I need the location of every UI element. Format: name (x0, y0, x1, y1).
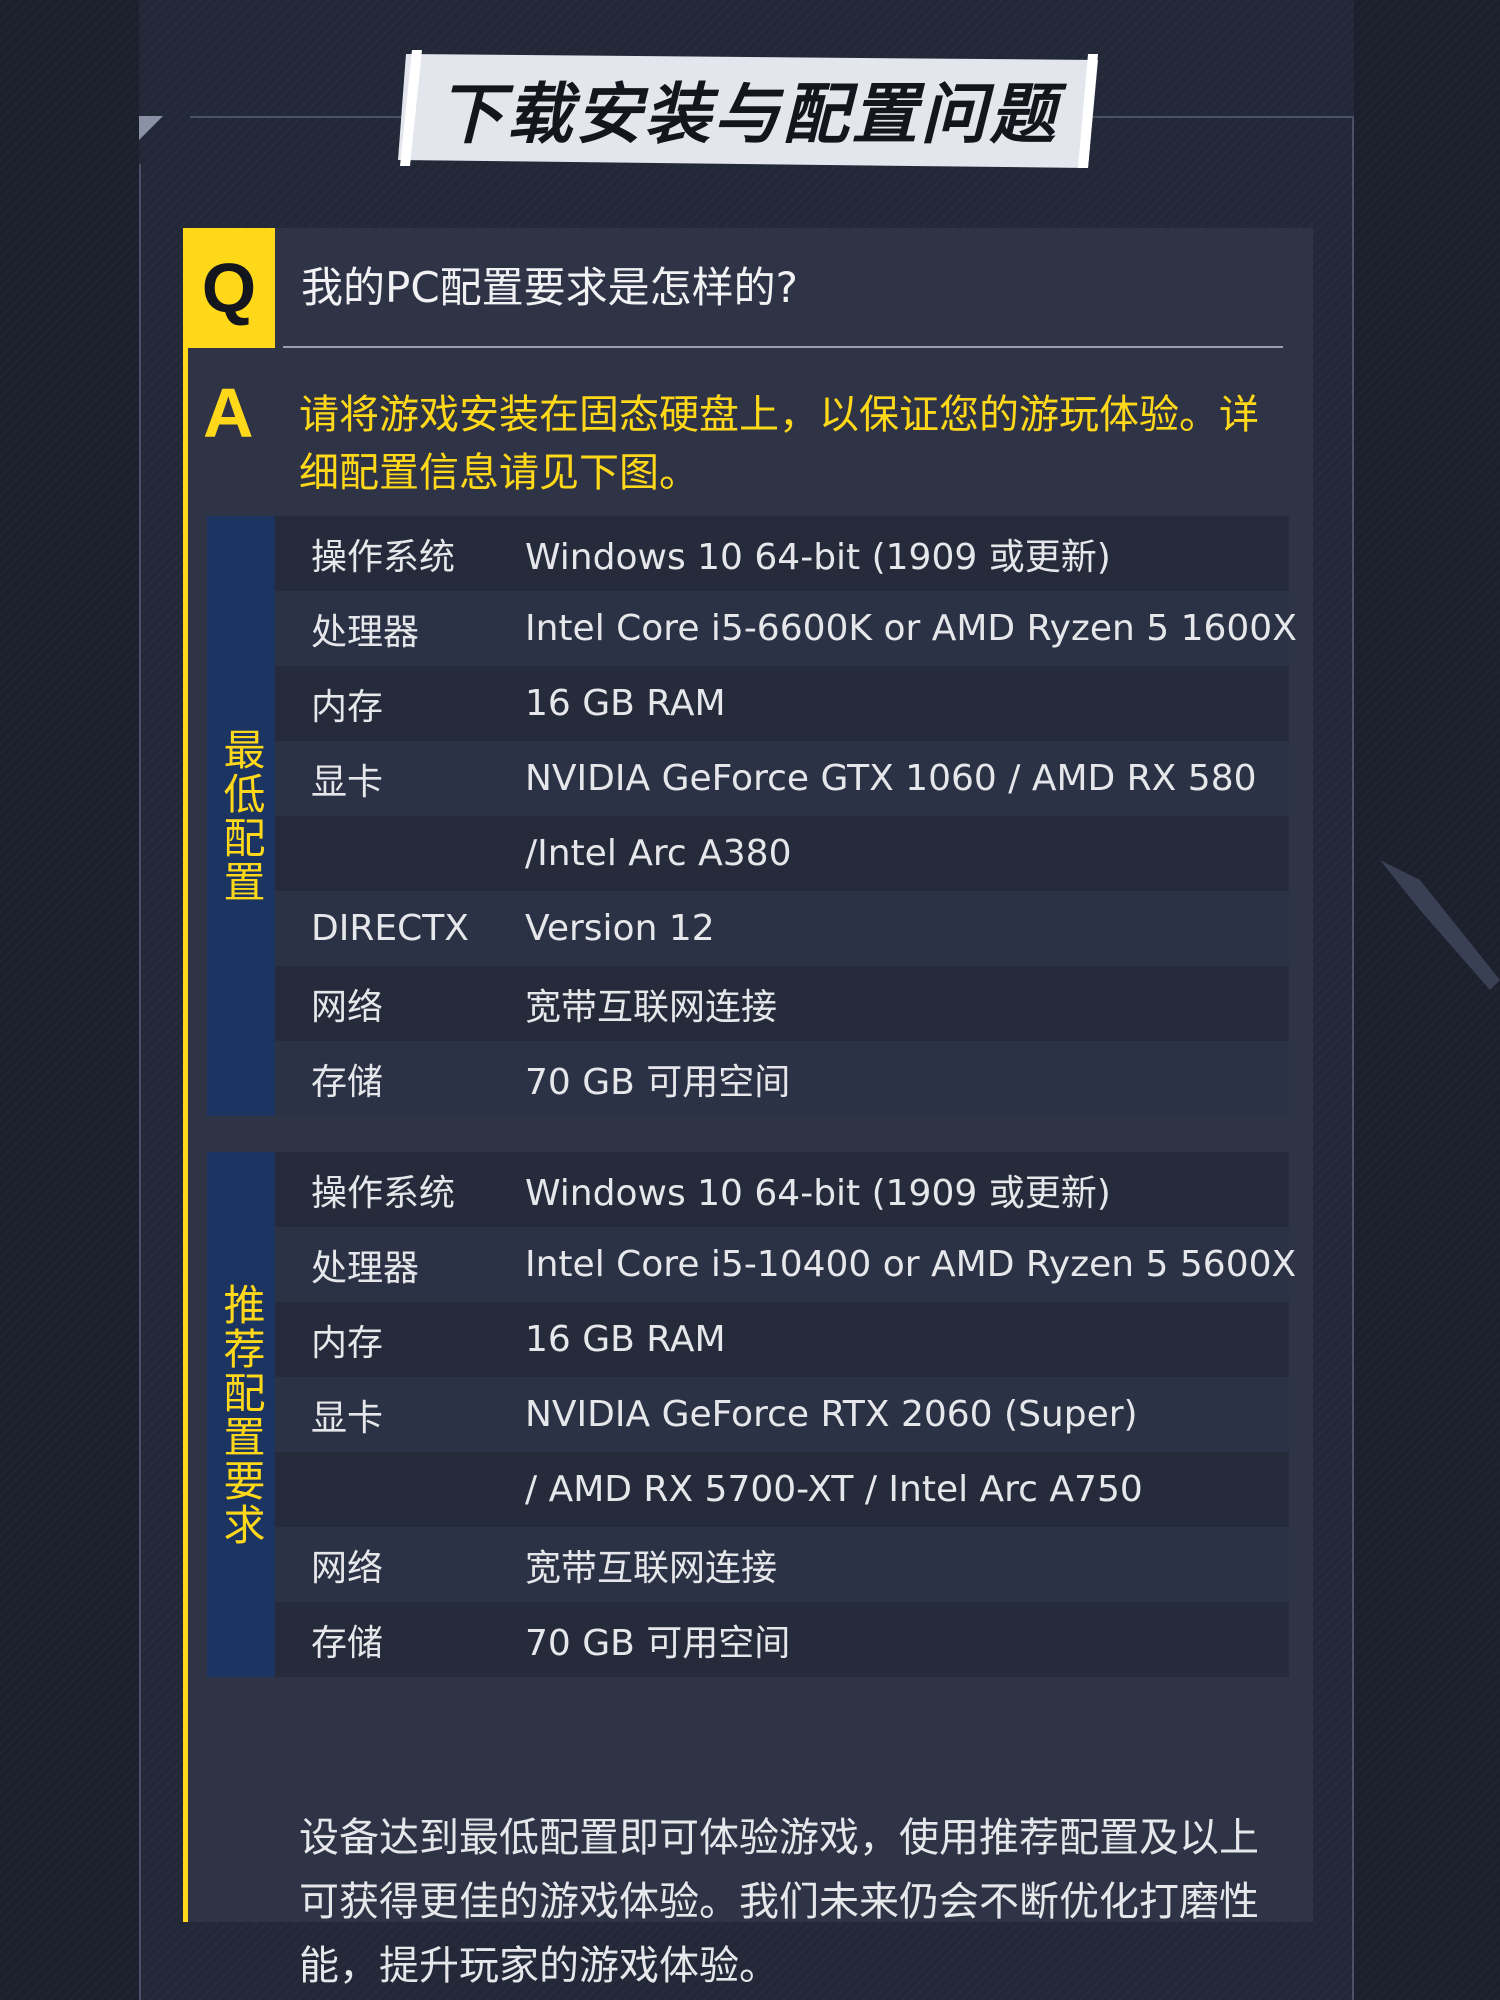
spec-value: 70 GB 可用空间 (525, 1061, 791, 1103)
spec-value: NVIDIA GeForce GTX 1060 / AMD RX 580 (525, 758, 1257, 799)
spec-key: 操作系统 (311, 536, 456, 578)
spec-value: Version 12 (525, 908, 715, 949)
spec-value: 16 GB RAM (525, 683, 726, 724)
spec-row: 显卡 NVIDIA GeForce GTX 1060 / AMD RX 580 (275, 741, 1289, 816)
spec-value: 16 GB RAM (525, 1319, 726, 1360)
spec-value: 宽带互联网连接 (525, 986, 778, 1028)
spec-row: 显卡 NVIDIA GeForce RTX 2060 (Super) (275, 1377, 1289, 1452)
min-spec-label: 最低配置 (207, 516, 275, 1116)
spec-key: 网络 (311, 1547, 384, 1589)
spec-key: 操作系统 (311, 1172, 456, 1214)
spec-key: 存储 (311, 1622, 384, 1664)
spec-key: DIRECTX (311, 908, 469, 949)
deco-slash (1380, 860, 1500, 990)
answer-badge: A (203, 374, 254, 452)
spec-row: 存储 70 GB 可用空间 (275, 1041, 1289, 1116)
corner-decoration (139, 116, 163, 140)
spec-row: 操作系统 Windows 10 64-bit (1909 或更新) (275, 1152, 1289, 1227)
spec-row: 内存 16 GB RAM (275, 1302, 1289, 1377)
question-text: 我的PC配置要求是怎样的? (301, 263, 798, 312)
question-badge: Q (183, 228, 275, 348)
spec-row: 存储 70 GB 可用空间 (275, 1602, 1289, 1677)
spec-row: 处理器 Intel Core i5-10400 or AMD Ryzen 5 5… (275, 1227, 1296, 1302)
spec-value: 宽带互联网连接 (525, 1547, 778, 1589)
spec-key: 内存 (311, 686, 384, 728)
rec-spec-label-text: 推荐配置要求 (217, 1282, 266, 1547)
spec-key: 网络 (311, 986, 384, 1028)
title-banner: 下载安装与配置问题 (398, 50, 1098, 168)
min-spec-label-text: 最低配置 (217, 728, 266, 904)
spec-value: 70 GB 可用空间 (525, 1622, 791, 1664)
spec-value: Intel Core i5-10400 or AMD Ryzen 5 5600X (525, 1244, 1297, 1285)
footer-note: 设备达到最低配置即可体验游戏，使用推荐配置及以上可获得更佳的游戏体验。我们未来仍… (299, 1815, 1259, 1989)
rec-spec-label: 推荐配置要求 (207, 1152, 275, 1677)
spec-row: 网络 宽带互联网连接 (275, 966, 1289, 1041)
frame-line (1352, 116, 1354, 2000)
spec-value: Windows 10 64-bit (1909 或更新) (525, 536, 1111, 578)
spec-row: 网络 宽带互联网连接 (275, 1527, 1289, 1602)
spec-key: 显卡 (311, 1397, 384, 1439)
spec-key: 存储 (311, 1061, 384, 1103)
spec-row: 处理器 Intel Core i5-6600K or AMD Ryzen 5 1… (275, 591, 1297, 666)
spec-value: / AMD RX 5700-XT / Intel Arc A750 (525, 1469, 1143, 1510)
qa-card: Q 我的PC配置要求是怎样的? A 请将游戏安装在固态硬盘上，以保证您的游玩体验… (183, 228, 1313, 1989)
page-title: 下载安装与配置问题 (437, 76, 1059, 153)
answer-text: 请将游戏安装在固态硬盘上，以保证您的游玩体验。详细配置信息请见下图。 (299, 392, 1259, 496)
spec-value: /Intel Arc A380 (525, 833, 792, 874)
spec-value: NVIDIA GeForce RTX 2060 (Super) (525, 1394, 1138, 1435)
spec-key: 处理器 (311, 1247, 420, 1289)
divider (283, 346, 1283, 348)
spec-row: 内存 16 GB RAM (275, 666, 1289, 741)
spec-key: 显卡 (311, 761, 384, 803)
spec-value: Windows 10 64-bit (1909 或更新) (525, 1172, 1111, 1214)
frame-line (139, 164, 141, 2000)
spec-row: DIRECTX Version 12 (275, 891, 1289, 966)
spec-key: 处理器 (311, 611, 420, 653)
spec-row: /Intel Arc A380 (275, 816, 1289, 891)
spec-row: / AMD RX 5700-XT / Intel Arc A750 (275, 1452, 1289, 1527)
spec-key: 内存 (311, 1322, 384, 1364)
spec-value: Intel Core i5-6600K or AMD Ryzen 5 1600X (525, 608, 1297, 649)
spec-row: 操作系统 Windows 10 64-bit (1909 或更新) (275, 516, 1289, 591)
accent-stripe (183, 228, 188, 1922)
